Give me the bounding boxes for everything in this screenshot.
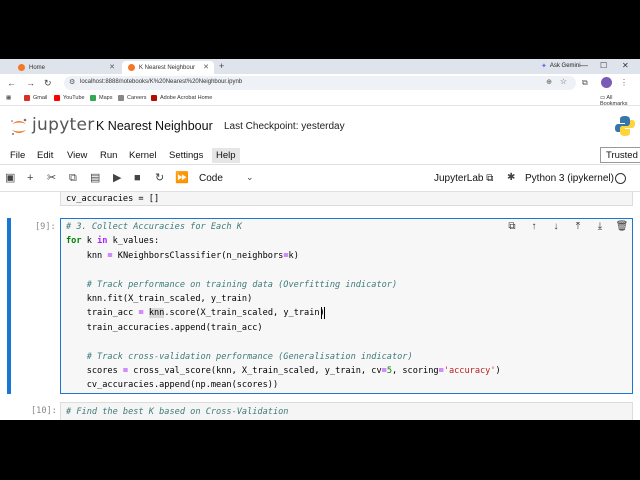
zoom-icon[interactable]: ⊕ bbox=[546, 78, 552, 86]
all-bookmarks-label: All Bookmarks bbox=[600, 95, 628, 107]
cell-prompt: [9]: bbox=[35, 222, 56, 232]
bookmark-careers[interactable]: Careers bbox=[118, 95, 147, 101]
code-line: # Find the best K based on Cross-Validat… bbox=[66, 407, 289, 417]
cell-toolbar: ⧉ ↑ ↓ ⤒ ⤓ 🗑 bbox=[505, 221, 630, 235]
screen: Home ✕ K Nearest Neighbour ✕ + ✦ Ask Gem… bbox=[0, 59, 640, 420]
browser-menu-icon[interactable]: ⋮ bbox=[620, 78, 628, 87]
ask-gemini-label: Ask Gemini bbox=[549, 63, 581, 69]
external-link-icon: ⧉ bbox=[486, 173, 494, 184]
bookmark-label: YouTube bbox=[63, 95, 85, 101]
trusted-indicator[interactable]: Trusted bbox=[600, 147, 640, 163]
jupyter-brand-text: jupyter bbox=[32, 115, 95, 135]
apps-grid-icon[interactable]: ▦ bbox=[6, 95, 11, 101]
gmail-icon bbox=[24, 95, 30, 101]
bookmark-label: Adobe Acrobat Home bbox=[160, 95, 213, 101]
delete-cell-icon[interactable]: 🗑 bbox=[615, 221, 629, 235]
all-bookmarks-button[interactable]: ▭ All Bookmarks bbox=[600, 95, 640, 107]
insert-below-icon[interactable]: ⤓ bbox=[593, 221, 607, 235]
duplicate-cell-icon[interactable]: ⧉ bbox=[505, 221, 519, 235]
bookmark-gmail[interactable]: Gmail bbox=[24, 95, 47, 101]
bookmark-star-icon[interactable]: ☆ bbox=[560, 77, 567, 86]
adobe-acrobat-icon bbox=[151, 95, 157, 101]
cut-icon[interactable]: ✂ bbox=[47, 172, 56, 184]
jupyterlab-label: JupyterLab bbox=[434, 173, 484, 184]
menu-kernel[interactable]: Kernel bbox=[125, 148, 160, 163]
back-arrow-icon[interactable]: ← bbox=[7, 78, 16, 88]
tab-label: Home bbox=[29, 64, 46, 71]
tab-label: K Nearest Neighbour bbox=[139, 64, 196, 71]
menu-edit[interactable]: Edit bbox=[33, 148, 57, 163]
browser-tab-strip: Home ✕ K Nearest Neighbour ✕ + ✦ Ask Gem… bbox=[0, 59, 640, 74]
gemini-spark-icon: ✦ bbox=[541, 63, 547, 70]
jupyterlab-link[interactable]: JupyterLab ⧉ bbox=[434, 173, 493, 184]
jupyter-favicon-icon bbox=[128, 64, 135, 71]
maps-icon bbox=[90, 95, 96, 101]
notebook-panel[interactable]: cv_accuracies = [] [9]: # 3. Collect Acc… bbox=[0, 192, 640, 420]
maximize-icon[interactable]: ☐ bbox=[600, 61, 607, 70]
code-cell-next[interactable]: # Find the best K based on Cross-Validat… bbox=[60, 402, 633, 420]
url-bar[interactable]: ⚙ localhost:8888/notebooks/K%20Nearest%2… bbox=[64, 76, 576, 90]
notebook-title[interactable]: K Nearest Neighbour bbox=[96, 119, 213, 133]
code-cell-active[interactable]: # 3. Collect Accuracies for Each K for k… bbox=[60, 218, 633, 394]
restart-icon[interactable]: ↻ bbox=[155, 172, 164, 184]
ask-gemini-button[interactable]: ✦ Ask Gemini bbox=[541, 62, 581, 70]
menu-bar: File Edit View Run Kernel Settings Help … bbox=[0, 145, 640, 165]
copy-icon[interactable]: ⧉ bbox=[69, 172, 77, 184]
jupyter-logo-icon[interactable] bbox=[9, 117, 29, 137]
chevron-down-icon[interactable]: ⌄ bbox=[246, 172, 254, 183]
kernel-status-icon bbox=[615, 173, 626, 184]
interrupt-icon[interactable]: ■ bbox=[134, 172, 141, 184]
text-cursor-icon bbox=[321, 307, 325, 319]
paste-icon[interactable]: ▤ bbox=[90, 172, 100, 184]
bug-icon[interactable]: ✱ bbox=[507, 172, 515, 184]
move-down-icon[interactable]: ↓ bbox=[549, 221, 563, 235]
bookmark-adobe-acrobat[interactable]: Adobe Acrobat Home bbox=[151, 95, 212, 101]
forward-arrow-icon[interactable]: → bbox=[26, 78, 35, 88]
bookmark-label: Careers bbox=[127, 95, 147, 101]
minimize-icon[interactable]: — bbox=[580, 61, 588, 70]
window-close-icon[interactable]: ✕ bbox=[622, 61, 629, 70]
menu-settings[interactable]: Settings bbox=[165, 148, 207, 163]
bookmarks-bar: ▦ Gmail YouTube Maps Careers Adobe Acrob… bbox=[0, 92, 640, 107]
insert-above-icon[interactable]: ⤒ bbox=[571, 221, 585, 235]
close-icon[interactable]: ✕ bbox=[109, 63, 115, 71]
address-bar-row: ← → ↻ ⚙ localhost:8888/notebooks/K%20Nea… bbox=[0, 74, 640, 92]
jupyter-header: jupyter K Nearest Neighbour Last Checkpo… bbox=[0, 107, 640, 145]
browser-tab-home[interactable]: Home ✕ bbox=[12, 61, 120, 74]
save-icon[interactable]: ▣ bbox=[5, 172, 15, 184]
python-logo-icon bbox=[615, 116, 635, 136]
bookmark-maps[interactable]: Maps bbox=[90, 95, 112, 101]
profile-avatar[interactable] bbox=[601, 77, 612, 88]
move-up-icon[interactable]: ↑ bbox=[527, 221, 541, 235]
bookmark-label: Gmail bbox=[33, 95, 48, 101]
youtube-icon bbox=[54, 95, 60, 101]
restart-run-all-icon[interactable]: ⏩ bbox=[175, 172, 189, 184]
last-checkpoint: Last Checkpoint: yesterday bbox=[224, 121, 345, 132]
new-tab-button[interactable]: + bbox=[219, 61, 224, 71]
cell-type-select[interactable]: Code bbox=[199, 173, 223, 184]
menu-file[interactable]: File bbox=[6, 148, 29, 163]
close-icon[interactable]: ✕ bbox=[203, 63, 209, 71]
kernel-name[interactable]: Python 3 (ipykernel) bbox=[525, 173, 614, 184]
code-cell-previous[interactable]: cv_accuracies = [] bbox=[60, 192, 633, 206]
notebook-toolbar: ▣ + ✂ ⧉ ▤ ▶ ■ ↻ ⏩ Code ⌄ JupyterLab ⧉ ✱ … bbox=[0, 166, 640, 192]
code-editor[interactable]: # 3. Collect Accuracies for Each K for k… bbox=[66, 220, 501, 393]
jupyter-favicon-icon bbox=[18, 64, 25, 71]
url-text: localhost:8888/notebooks/K%20Nearest%20N… bbox=[80, 79, 243, 85]
run-icon[interactable]: ▶ bbox=[113, 172, 121, 184]
careers-icon bbox=[118, 95, 124, 101]
extensions-icon[interactable]: ⧉ bbox=[582, 78, 588, 88]
cell-prompt: [10]: bbox=[31, 406, 57, 416]
bookmark-label: Maps bbox=[99, 95, 113, 101]
bookmark-youtube[interactable]: YouTube bbox=[54, 95, 85, 101]
code-line: cv_accuracies = [] bbox=[66, 194, 160, 204]
menu-view[interactable]: View bbox=[63, 148, 91, 163]
reload-icon[interactable]: ↻ bbox=[44, 78, 52, 88]
add-cell-icon[interactable]: + bbox=[27, 172, 33, 184]
menu-help[interactable]: Help bbox=[212, 148, 240, 163]
site-info-icon[interactable]: ⚙ bbox=[69, 78, 75, 86]
browser-tab-notebook[interactable]: K Nearest Neighbour ✕ bbox=[122, 61, 214, 74]
active-cell-indicator bbox=[7, 218, 11, 394]
menu-run[interactable]: Run bbox=[96, 148, 121, 163]
